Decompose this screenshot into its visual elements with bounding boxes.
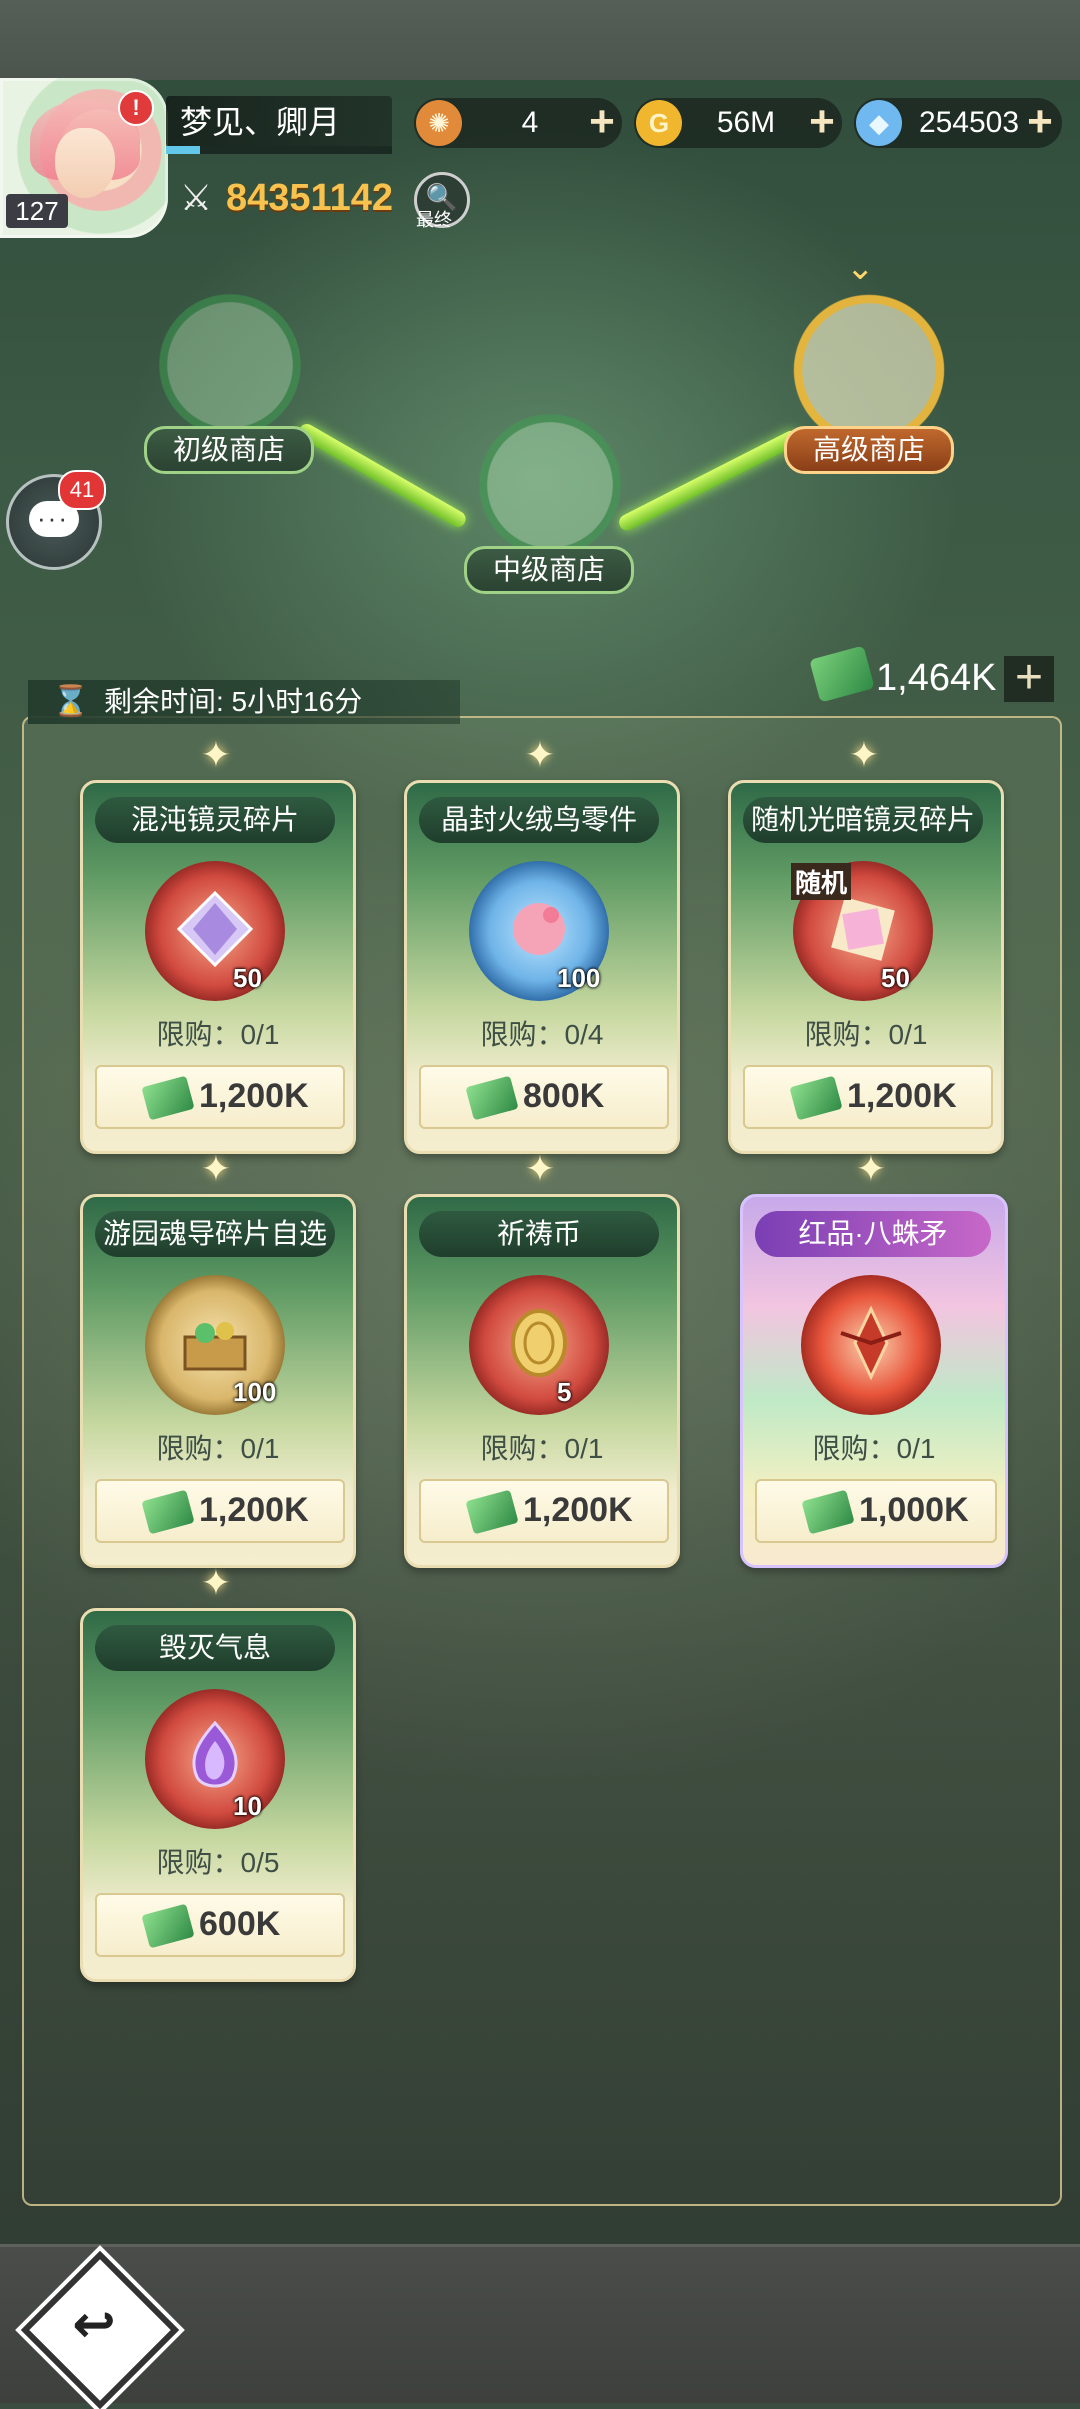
prism-crystal-icon xyxy=(145,861,285,1001)
xp-bar-fill xyxy=(166,146,200,154)
chat-unread-badge: 41 xyxy=(58,470,106,510)
prayer-coin-icon xyxy=(469,1275,609,1415)
ticket-icon xyxy=(465,1489,519,1535)
item-price: 1,000K xyxy=(859,1491,969,1529)
ticket-icon xyxy=(141,1075,195,1121)
ticket-icon xyxy=(141,1903,195,1949)
avatar-alert-badge: ! xyxy=(118,90,154,126)
buy-button[interactable]: 1,000K xyxy=(755,1479,997,1543)
purchase-limit: 限购：0/5 xyxy=(156,1847,280,1878)
shop-item-card[interactable]: ✦ 祈祷币 5 限购：0/1 1,200K xyxy=(404,1151,680,1568)
xp-bar xyxy=(166,146,392,154)
add-diamond-button[interactable]: + xyxy=(1020,98,1060,148)
tab-basic-shop[interactable]: 初级商店 xyxy=(144,426,314,474)
item-quantity: 5 xyxy=(557,1377,572,1407)
back-arrow-icon: ↩ xyxy=(72,2296,116,2354)
sparkle-icon: ✦ xyxy=(200,1562,232,1603)
item-name: 混沌镜灵碎片 xyxy=(95,797,335,843)
purchase-limit: 限购：0/1 xyxy=(804,1019,928,1050)
sparkle-icon: ✦ xyxy=(524,1148,556,1189)
purchase-limit: 限购：0/1 xyxy=(480,1433,604,1464)
tab-intermediate-shop[interactable]: 中级商店 xyxy=(464,546,634,594)
random-tag: 随机 xyxy=(791,863,852,900)
currency-value-diamond: 254503 xyxy=(918,106,1020,139)
shop-item-card[interactable]: ✦ 毁灭气息 10 限购：0/5 600K xyxy=(80,1565,356,1982)
currency-value-gold: 56M xyxy=(716,106,776,139)
status-bar xyxy=(0,0,1080,80)
gold-coin-icon: G xyxy=(636,100,682,146)
ticket-icon xyxy=(141,1489,195,1535)
sparkle-icon: ✦ xyxy=(848,734,880,775)
buy-button[interactable]: 800K xyxy=(419,1065,669,1129)
refresh-timer-text: 剩余时间: 5小时16分 xyxy=(104,686,363,717)
shop-item-card[interactable]: ✦ 随机光暗镜灵碎片 随机 50 限购：0/1 1,200K xyxy=(728,737,1004,1154)
item-price: 1,200K xyxy=(847,1077,957,1115)
item-name: 红品·八蛛矛 xyxy=(755,1211,991,1257)
tab-advanced-shop[interactable]: 高级商店 xyxy=(784,426,954,474)
basic-shop-chest[interactable] xyxy=(150,285,310,445)
purple-flame-gem-icon xyxy=(145,1689,285,1829)
item-price: 600K xyxy=(199,1905,281,1943)
buy-button[interactable]: 1,200K xyxy=(419,1479,669,1543)
player-level-badge: 127 xyxy=(6,194,68,228)
sparkle-icon: ✦ xyxy=(524,734,556,775)
shop-item-card[interactable]: ✦ 晶封火绒鸟零件 100 限购：0/4 800K xyxy=(404,737,680,1154)
purchase-limit: 限购：0/4 xyxy=(480,1019,604,1050)
item-name: 毁灭气息 xyxy=(95,1625,335,1671)
item-price: 1,200K xyxy=(199,1077,309,1115)
combat-power-value: 84351142 xyxy=(226,177,393,219)
player-name: 梦见、卿月 xyxy=(180,104,341,140)
item-name: 晶封火绒鸟零件 xyxy=(419,797,659,843)
search-caption: 最终 xyxy=(416,210,452,230)
item-price: 1,200K xyxy=(199,1491,309,1529)
sparkle-icon: ✦ xyxy=(200,1148,232,1189)
shop-item-card-rare[interactable]: ✦ 红品·八蛛矛 限购：0/1 1,000K xyxy=(740,1151,1008,1568)
item-price: 800K xyxy=(523,1077,605,1115)
shop-item-card[interactable]: ✦ 游园魂导碎片自选 100 限购：0/1 1,200K xyxy=(80,1151,356,1568)
add-energy-button[interactable]: + xyxy=(582,98,622,148)
currency-value-energy: 4 xyxy=(521,106,539,139)
item-quantity: 10 xyxy=(233,1791,262,1821)
item-name: 随机光暗镜灵碎片 xyxy=(743,797,983,843)
buy-button[interactable]: 1,200K xyxy=(95,1065,345,1129)
buy-button[interactable]: 1,200K xyxy=(95,1479,345,1543)
item-price: 1,200K xyxy=(523,1491,633,1529)
ticket-icon xyxy=(801,1489,855,1535)
add-ticket-button[interactable]: + xyxy=(1004,654,1054,702)
spider-spear-icon xyxy=(801,1275,941,1415)
ticket-icon xyxy=(789,1075,843,1121)
purchase-limit: 限购：0/1 xyxy=(812,1433,936,1464)
buy-button[interactable]: 1,200K xyxy=(743,1065,993,1129)
avatar-face xyxy=(55,128,115,198)
shop-item-card[interactable]: ✦ 混沌镜灵碎片 50 限购：0/1 1,200K xyxy=(80,737,356,1154)
ticket-balance-value: 1,464K xyxy=(876,657,997,699)
sparkle-icon: ✦ xyxy=(200,734,232,775)
intermediate-shop-chest[interactable] xyxy=(470,405,630,565)
item-name: 祈祷币 xyxy=(419,1211,659,1257)
ticket-icon xyxy=(465,1075,519,1121)
energy-icon: ✺ xyxy=(416,100,462,146)
item-quantity: 100 xyxy=(557,963,601,993)
purchase-limit: 限购：0/1 xyxy=(156,1019,280,1050)
buy-button[interactable]: 600K xyxy=(95,1893,345,1957)
chat-dots-icon: ··· xyxy=(37,503,69,533)
selected-chevron-icon: ⌄ xyxy=(846,249,875,287)
item-quantity: 50 xyxy=(233,963,262,993)
item-name: 游园魂导碎片自选 xyxy=(95,1211,335,1257)
add-gold-button[interactable]: + xyxy=(802,98,842,148)
diamond-icon: ◆ xyxy=(856,100,902,146)
purchase-limit: 限购：0/1 xyxy=(156,1433,280,1464)
sparkle-icon: ✦ xyxy=(855,1148,887,1189)
item-quantity: 50 xyxy=(881,963,910,993)
crossed-swords-icon: ⚔ xyxy=(179,177,213,218)
item-quantity: 100 xyxy=(233,1377,277,1407)
hourglass-icon: ⌛ xyxy=(52,685,90,718)
